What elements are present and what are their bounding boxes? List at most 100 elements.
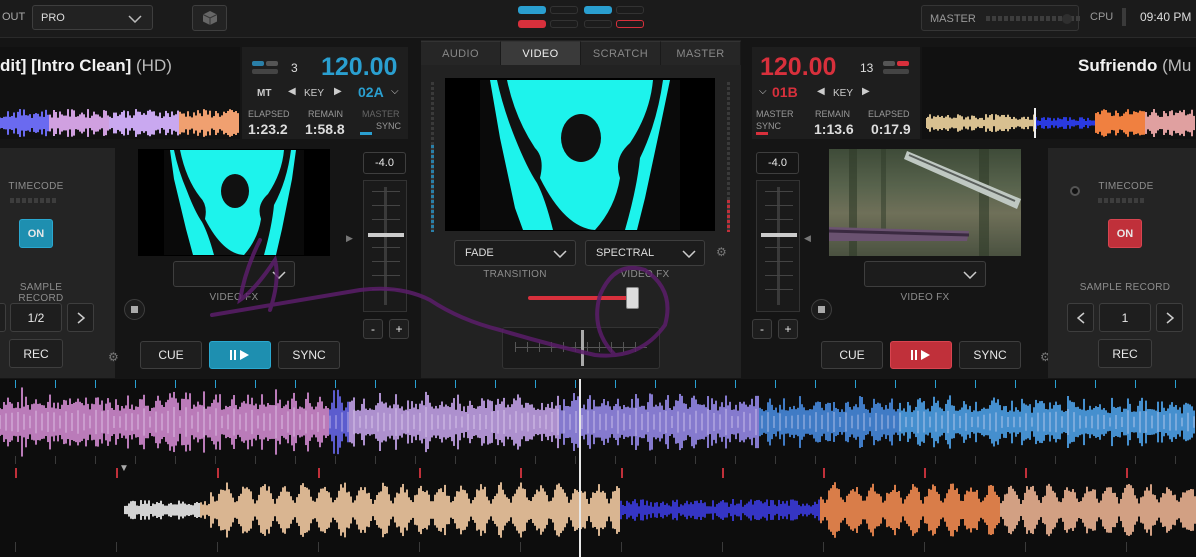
cpu-label: CPU [1090,11,1114,23]
left-stop-button[interactable] [124,299,145,320]
right-title-suffix: (Mu [1162,56,1192,75]
cube-icon-button[interactable] [192,5,227,31]
left-remain-label: REMAIN [308,109,344,119]
right-track-title: Sufriendo (Mu [1078,56,1196,76]
right-master-label[interactable]: MASTER [756,109,794,119]
master-volume-box[interactable]: MASTER [921,5,1080,31]
left-cue-button[interactable]: CUE [140,341,202,369]
left-pitch-value[interactable]: -4.0 [363,152,406,174]
right-elapsed: 0:17.9 [871,121,911,137]
right-timecode-indicator[interactable] [1070,186,1080,196]
left-sample-prev-button[interactable] [0,303,6,332]
left-timecode-on-button[interactable]: ON [19,219,53,248]
left-title-suffix: (HD) [136,56,172,75]
right-rec-button[interactable]: REC [1098,339,1152,368]
playhead-marker [579,379,581,557]
left-rec-label: REC [23,346,49,361]
right-sync-label[interactable]: SYNC [756,121,781,131]
center-left-meter-level [431,145,434,232]
right-remain-label: REMAIN [815,109,851,119]
beat-marker-triangle-icon: ▼ [119,463,129,474]
right-deck-video [829,149,1021,256]
right-sample-prev-button[interactable] [1067,303,1094,332]
top-track-waveform[interactable] [0,380,1196,464]
right-pitch-slider[interactable] [756,180,800,312]
left-timecode-label: TIMECODE [8,181,64,192]
left-sample-value[interactable]: 1/2 [10,303,62,332]
left-sample-next-button[interactable] [67,303,94,332]
right-cue-label: CUE [839,348,865,362]
right-key-dropdown-icon[interactable]: ⌵ [759,86,767,97]
right-pitch-value-text: -4.0 [768,157,787,169]
right-timecode-on-button[interactable]: ON [1108,219,1142,248]
right-elapsed-label: ELAPSED [868,109,910,119]
right-deck-indicator [883,61,909,75]
left-master-label[interactable]: MASTER [362,109,400,119]
left-bpm: 120.00 [321,53,398,81]
right-remain: 1:13.6 [814,121,854,137]
right-sample-record-label: SAMPLE RECORD [1079,282,1171,293]
left-pitch-value-text: -4.0 [375,157,394,169]
left-mt-label: MT [257,88,272,99]
tab-audio[interactable]: AUDIO [421,41,501,65]
cube-icon [202,11,217,25]
left-key-next-icon[interactable]: ▶ [334,86,342,97]
right-pitch-plus-label: + [784,322,792,336]
chevron-left-icon [1076,311,1084,324]
tab-video[interactable]: VIDEO [501,41,581,65]
left-sync-label[interactable]: SYNC [376,121,401,131]
center-settings-icon[interactable]: ⚙ [716,245,727,259]
left-key-label: KEY [304,88,325,99]
handwritten-scribble-overlay [210,238,670,358]
chevron-down-icon [963,271,977,279]
left-key-value[interactable]: 02A [358,84,384,100]
right-timecode-meter [1098,198,1144,203]
right-key-next-icon[interactable]: ▶ [862,86,870,97]
right-videofx-select[interactable] [864,261,986,287]
tab-master[interactable]: MASTER [661,41,741,65]
left-rec-button[interactable]: REC [9,339,63,368]
right-cue-button[interactable]: CUE [821,341,883,369]
left-sample-value-text: 1/2 [27,310,45,325]
right-sample-next-button[interactable] [1156,303,1183,332]
left-sample-record-label: SAMPLE RECORD [18,282,64,304]
mode-select[interactable]: PRO [32,5,153,30]
right-video-arrow-icon: ◀ [804,233,811,243]
mode-value: PRO [41,11,65,24]
left-key-dropdown-icon[interactable]: ⌵ [391,86,399,97]
right-pitch-value[interactable]: -4.0 [756,152,799,174]
left-sync-bar [360,132,372,135]
left-elapsed-label: ELAPSED [248,109,290,119]
left-key-prev-icon[interactable]: ◀ [288,86,296,97]
tab-scratch[interactable]: SCRATCH [581,41,661,65]
right-play-pause-button[interactable] [890,341,952,369]
right-bpm: 120.00 [760,53,837,81]
left-mini-waveform [0,109,239,137]
left-remain: 1:58.8 [305,121,345,137]
right-on-label: ON [1116,227,1134,240]
stop-icon [818,306,825,313]
right-stop-button[interactable] [811,299,832,320]
bottom-track-waveform[interactable] [0,466,1196,554]
right-title-main: Sufriendo [1078,56,1158,75]
right-pitch-minus-button[interactable]: - [752,319,772,339]
left-elapsed: 1:23.2 [248,121,288,137]
left-on-label: ON [27,227,45,240]
right-sample-value-text: 1 [1121,310,1129,325]
deck-layout-indicators[interactable] [518,6,646,30]
right-key-prev-icon[interactable]: ◀ [817,86,825,97]
right-rec-label: REC [1112,346,1138,361]
left-settings-icon[interactable]: ⚙ [108,350,119,364]
chevron-right-icon [1166,311,1174,324]
right-pitch-handle[interactable] [761,233,797,237]
right-key-value[interactable]: 01B [772,84,798,100]
right-pitch-plus-button[interactable]: + [778,319,798,339]
left-track-title: dit] [Intro Clean] (HD) [0,56,238,76]
master-label: MASTER [930,13,976,25]
right-key-label: KEY [833,88,854,99]
right-sync-button[interactable]: SYNC [959,341,1021,369]
left-timecode-meter [10,198,56,203]
left-deck-number: 3 [291,61,298,75]
right-sample-value[interactable]: 1 [1099,303,1151,332]
center-right-meter-level [727,200,730,232]
